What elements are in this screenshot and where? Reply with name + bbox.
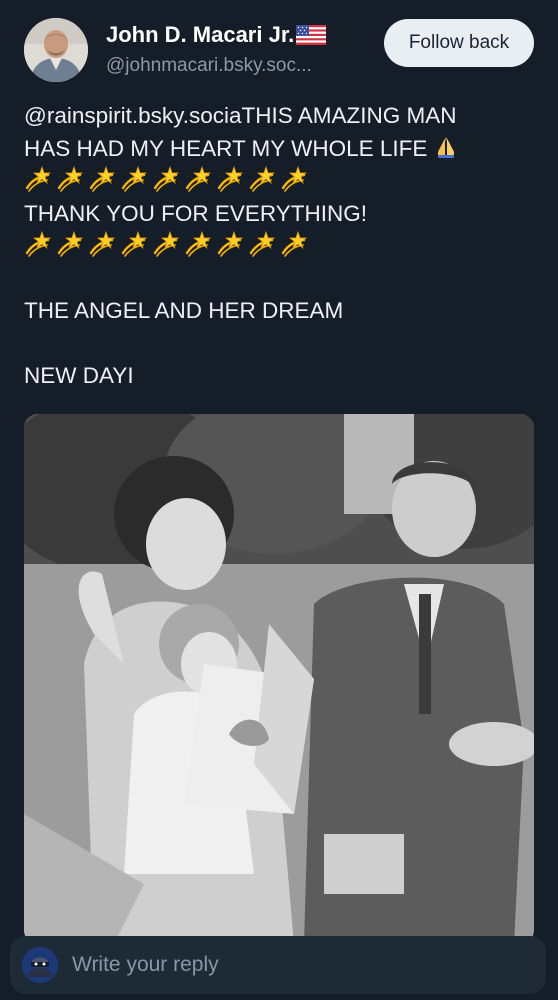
post-line-1: @rainspirit.bsky.sociaTHIS AMAZING MAN [24,103,457,128]
post-line-2: HAS HAD MY HEART MY WHOLE LIFE [24,133,536,166]
reply-placeholder: Write your reply [72,953,219,976]
author-handle[interactable]: @johnmacari.bsky.soc... [106,55,376,77]
dizzy-star-icon [56,230,84,267]
current-user-avatar [22,947,58,983]
author-name-text: John D. Macari Jr. [106,22,295,47]
post-header: John D. Macari Jr. @johnmacari.bsky.soc.… [0,0,558,90]
dizzy-row-2 [24,230,536,263]
dizzy-star-icon [152,230,180,267]
us-flag-icon [296,25,327,51]
dizzy-star-icon [248,230,276,267]
post-line-3: THANK YOU FOR EVERYTHING! [24,200,367,226]
folded-hands-icon [433,134,459,170]
dizzy-star-icon [184,165,212,202]
dizzy-star-icon [216,165,244,202]
dizzy-star-icon [280,165,308,202]
post-body: @rainspirit.bsky.sociaTHIS AMAZING MAN H… [24,100,536,393]
dizzy-star-icon [120,230,148,267]
post-thread-screen: John D. Macari Jr. @johnmacari.bsky.soc.… [0,0,558,1000]
dizzy-star-icon [88,230,116,267]
follow-back-button[interactable]: Follow back [384,19,534,67]
post-line-5: NEW DAYI [24,363,134,388]
dizzy-star-icon [184,230,212,267]
reply-composer[interactable]: Write your reply [10,936,546,994]
post-line-4: THE ANGEL AND HER DREAM [24,298,344,323]
dizzy-star-icon [248,165,276,202]
dizzy-star-icon [24,165,52,202]
dizzy-row-1 [24,165,536,198]
dizzy-star-icon [120,165,148,202]
dizzy-star-icon [216,230,244,267]
dizzy-star-icon [56,165,84,202]
dizzy-star-icon [24,230,52,267]
dizzy-star-icon [280,230,308,267]
post-line-2-text: HAS HAD MY HEART MY WHOLE LIFE [24,135,428,161]
post-image[interactable] [24,414,534,944]
author-avatar[interactable] [24,18,88,82]
dizzy-star-icon [88,165,116,202]
author-name[interactable]: John D. Macari Jr. [106,22,327,51]
dizzy-star-icon [152,165,180,202]
